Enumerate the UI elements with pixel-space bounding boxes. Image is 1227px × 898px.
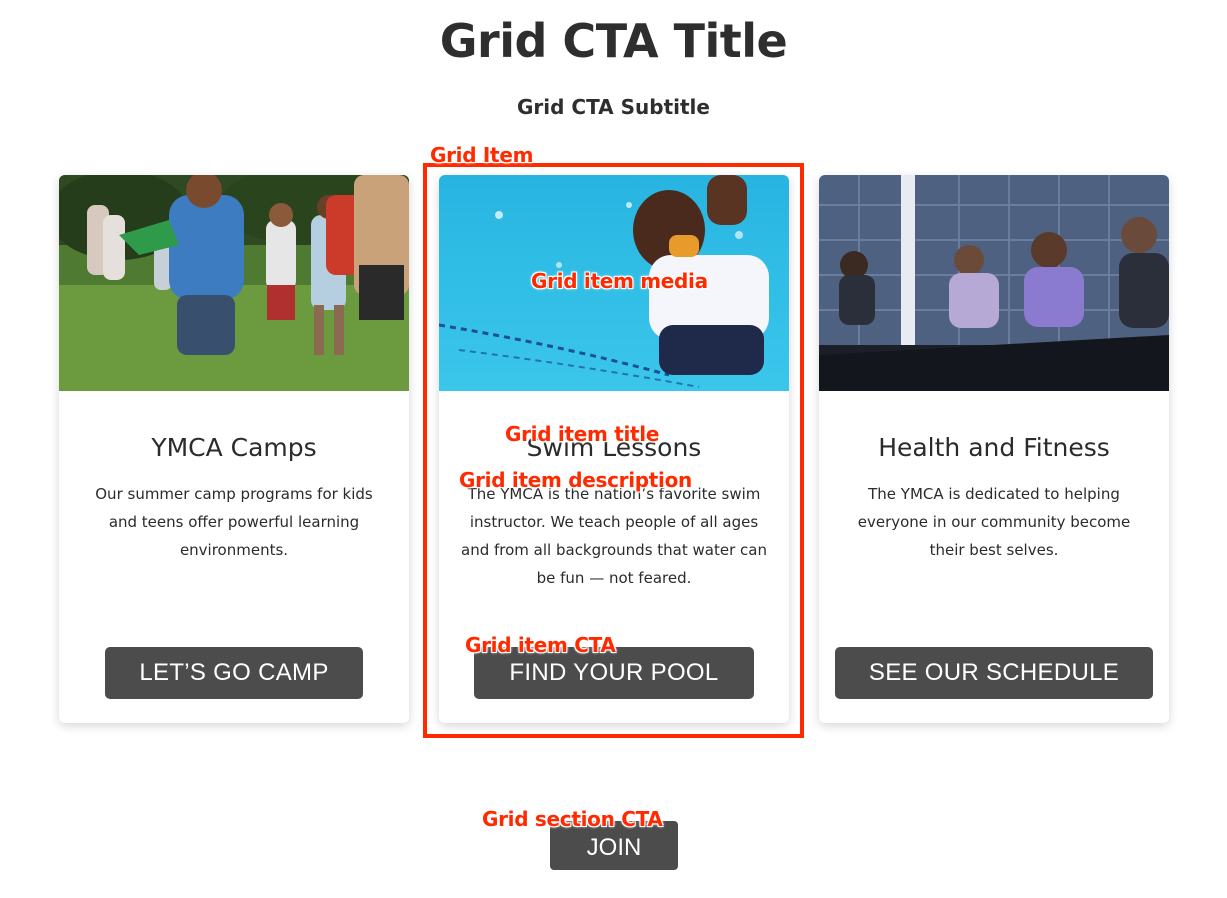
join-button[interactable]: JOIN [550, 821, 678, 870]
grid-item-title: YMCA Camps [151, 433, 317, 462]
fitness-photo [819, 175, 1169, 391]
grid-item-title: Health and Fitness [878, 433, 1110, 462]
annotation-grid-item: Grid Item [430, 143, 534, 167]
see-our-schedule-button[interactable]: SEE OUR SCHEDULE [835, 647, 1153, 699]
grid-item-description: The YMCA is dedicated to helping everyon… [857, 485, 1131, 559]
grid-item-fitness: Health and Fitness The YMCA is dedicated… [819, 175, 1169, 723]
lets-go-camp-button[interactable]: LET’S GO CAMP [105, 647, 363, 699]
grid-item-description: The YMCA is the nation’s favorite swim i… [461, 485, 767, 587]
grid-item-title: Swim Lessons [526, 433, 702, 462]
page-subtitle: Grid CTA Subtitle [517, 95, 710, 119]
grid-item-swim: Swim Lessons The YMCA is the nation’s fa… [439, 175, 789, 723]
grid-item-camps: YMCA Camps Our summer camp programs for … [59, 175, 409, 723]
camp-photo [59, 175, 409, 391]
find-your-pool-button[interactable]: FIND YOUR POOL [474, 647, 754, 699]
grid-item-description: Our summer camp programs for kids and te… [95, 485, 373, 559]
swim-photo [439, 175, 789, 391]
page-title: Grid CTA Title [439, 14, 788, 68]
